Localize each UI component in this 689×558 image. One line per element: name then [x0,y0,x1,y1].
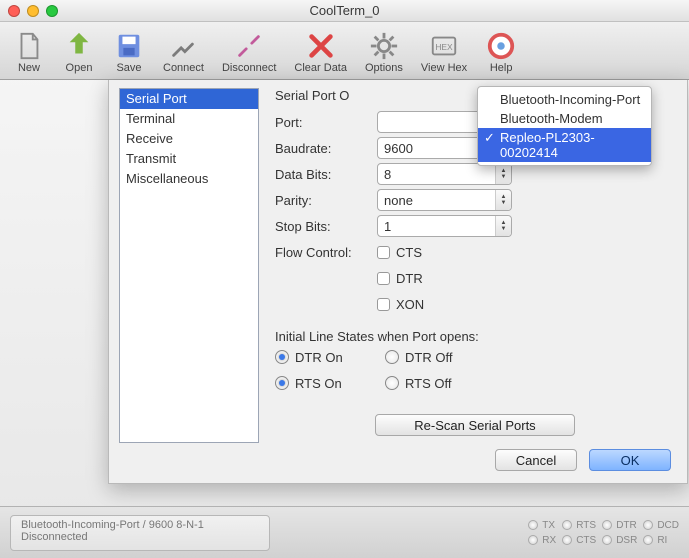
close-icon[interactable] [8,5,20,17]
x-icon [305,30,337,62]
connect-button[interactable]: Connect [154,24,213,77]
xon-text: XON [396,297,424,312]
databits-select[interactable]: 8 [377,163,512,185]
dtr-indicator: DTR [602,520,637,531]
options-button[interactable]: Options [356,24,412,77]
disconnect-button[interactable]: Disconnect [213,24,285,77]
hex-icon: HEX [428,30,460,62]
cts-text: CTS [396,245,422,260]
open-button[interactable]: Open [54,24,104,77]
file-icon [13,30,45,62]
xon-checkbox[interactable] [377,298,390,311]
stopbits-select[interactable]: 1 [377,215,512,237]
rts-off-text: RTS Off [405,376,451,391]
ok-button[interactable]: OK [589,449,671,471]
dtr-off-text: DTR Off [405,350,452,365]
rts-on-radio[interactable] [275,376,289,390]
stopbits-value: 1 [384,219,391,234]
view-hex-button[interactable]: HEX View Hex [412,24,476,77]
gear-icon [368,30,400,62]
cancel-button[interactable]: Cancel [495,449,577,471]
chevron-updown-icon [495,190,511,210]
save-icon [113,30,145,62]
databits-value: 8 [384,167,391,182]
dtr-checkbox[interactable] [377,272,390,285]
save-label: Save [116,62,141,74]
viewhex-label: View Hex [421,62,467,74]
new-label: New [18,62,40,74]
minimize-icon[interactable] [27,5,39,17]
category-transmit[interactable]: Transmit [120,149,258,169]
rescan-button[interactable]: Re-Scan Serial Ports [375,414,575,436]
dtr-off-radio[interactable] [385,350,399,364]
parity-select[interactable]: none [377,189,512,211]
port-dropdown-menu[interactable]: Bluetooth-Incoming-Port Bluetooth-Modem … [477,86,652,166]
tx-indicator: TX [528,520,556,531]
new-button[interactable]: New [4,24,54,77]
status-box: Bluetooth-Incoming-Port / 9600 8-N-1 Dis… [10,515,270,551]
dcd-indicator: DCD [643,520,679,531]
zoom-icon[interactable] [46,5,58,17]
port-label: Port: [275,115,377,130]
dtr-text: DTR [396,271,423,286]
svg-text:HEX: HEX [435,42,453,52]
help-icon [485,30,517,62]
rx-indicator: RX [528,535,556,546]
port-option-2[interactable]: Repleo-PL2303-00202414 [478,128,651,162]
indicator-block: TX RX RTS CTS DTR DSR DCD RI [528,520,689,546]
chevron-updown-icon [495,216,511,236]
stopbits-label: Stop Bits: [275,219,377,234]
baud-value: 9600 [384,141,413,156]
help-button[interactable]: Help [476,24,526,77]
connect-icon [167,30,199,62]
chevron-updown-icon [495,164,511,184]
databits-label: Data Bits: [275,167,377,182]
dtr-on-text: DTR On [295,350,343,365]
toolbar: New Open Save Connect Disconnect Clear D… [0,22,689,80]
options-label: Options [365,62,403,74]
help-label: Help [490,62,513,74]
flow-label: Flow Control: [275,245,377,260]
disconnect-label: Disconnect [222,62,276,74]
category-list[interactable]: Serial Port Terminal Receive Transmit Mi… [119,88,259,443]
rts-indicator: RTS [562,520,596,531]
status-line2: Disconnected [21,531,259,543]
port-option-0[interactable]: Bluetooth-Incoming-Port [478,90,651,109]
initial-states-label: Initial Line States when Port opens: [275,329,675,344]
open-icon [63,30,95,62]
status-line1: Bluetooth-Incoming-Port / 9600 8-N-1 [21,519,259,531]
category-terminal[interactable]: Terminal [120,109,258,129]
clear-label: Clear Data [294,62,347,74]
cts-indicator: CTS [562,535,596,546]
traffic-lights [8,5,58,17]
category-serial-port[interactable]: Serial Port [120,89,258,109]
disconnect-icon [233,30,265,62]
titlebar: CoolTerm_0 [0,0,689,22]
connect-label: Connect [163,62,204,74]
category-receive[interactable]: Receive [120,129,258,149]
status-bar: Bluetooth-Incoming-Port / 9600 8-N-1 Dis… [0,506,689,558]
clear-data-button[interactable]: Clear Data [285,24,356,77]
save-button[interactable]: Save [104,24,154,77]
dsr-indicator: DSR [602,535,637,546]
rts-off-radio[interactable] [385,376,399,390]
port-option-1[interactable]: Bluetooth-Modem [478,109,651,128]
open-label: Open [66,62,93,74]
dtr-on-radio[interactable] [275,350,289,364]
parity-label: Parity: [275,193,377,208]
parity-value: none [384,193,413,208]
category-misc[interactable]: Miscellaneous [120,169,258,189]
window-title: CoolTerm_0 [309,3,379,18]
rts-on-text: RTS On [295,376,342,391]
ri-indicator: RI [643,535,679,546]
cts-checkbox[interactable] [377,246,390,259]
baud-label: Baudrate: [275,141,377,156]
